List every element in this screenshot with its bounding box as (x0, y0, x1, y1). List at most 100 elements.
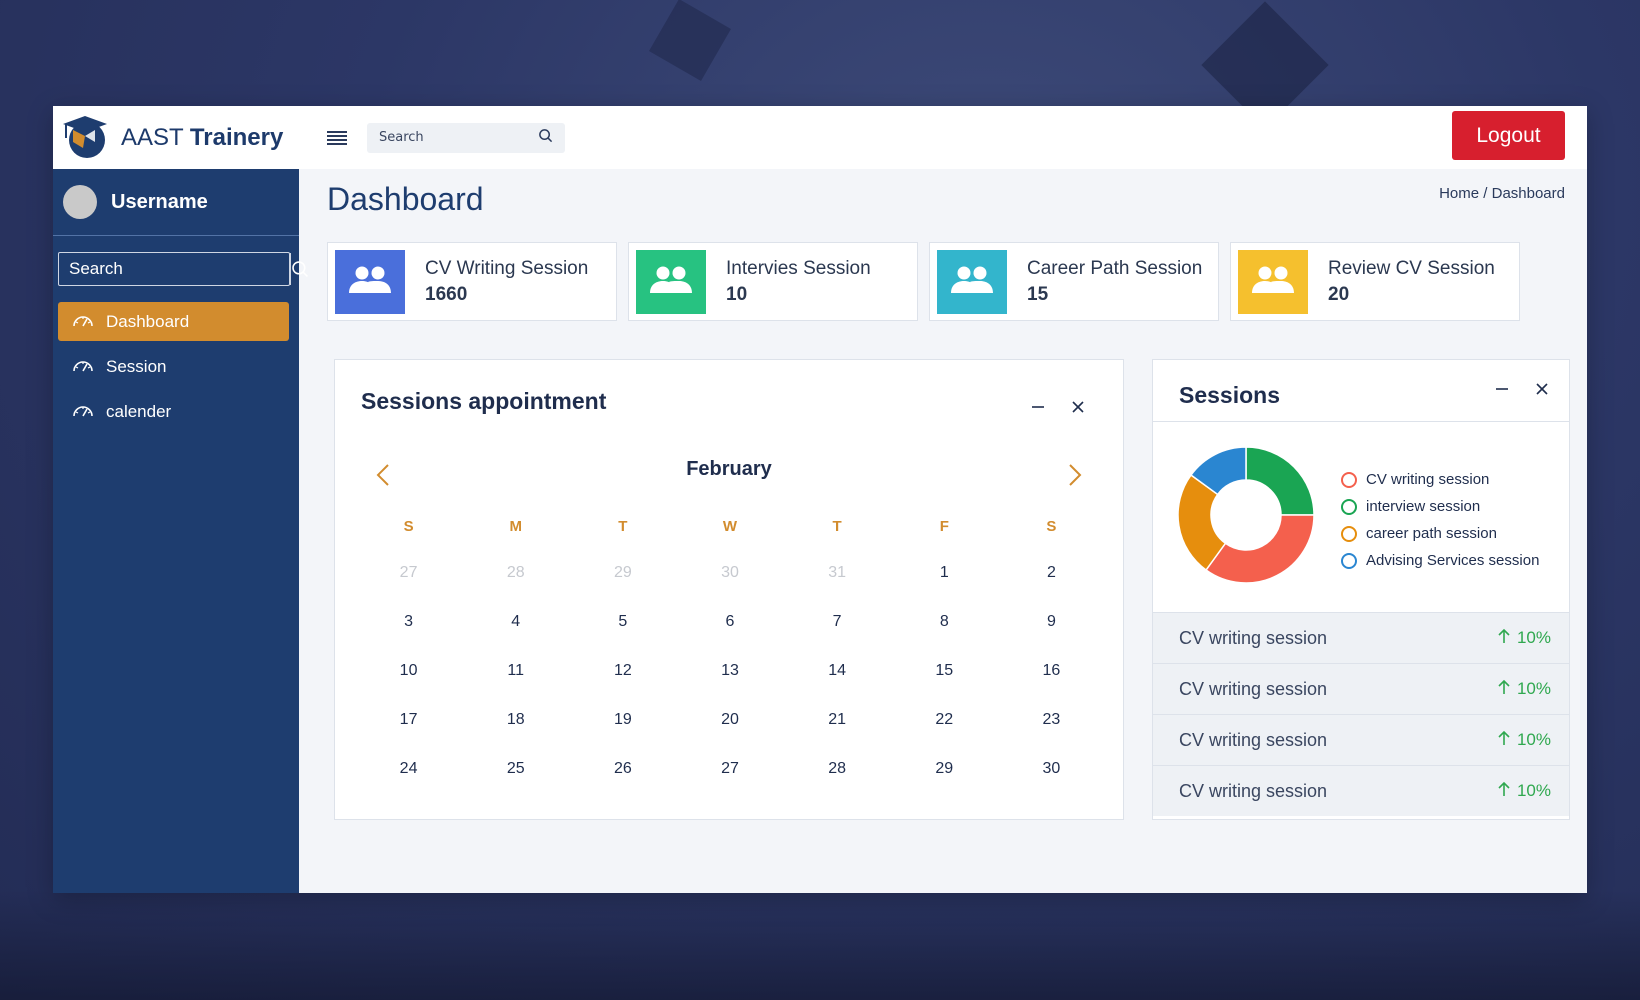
card-tools (1493, 380, 1551, 398)
calendar-day[interactable]: 24 (355, 758, 462, 807)
calendar-day[interactable]: 2 (998, 562, 1105, 611)
minimize-icon[interactable] (1029, 398, 1047, 416)
menu-toggle-icon[interactable] (327, 130, 347, 145)
calendar-day[interactable]: 20 (676, 709, 783, 758)
close-icon[interactable] (1533, 380, 1551, 398)
weekday-header: M (509, 518, 522, 535)
sessions-chart-area: CV writing session interview session car… (1153, 422, 1569, 612)
legend-item: Advising Services session (1341, 547, 1539, 574)
minimize-icon[interactable] (1493, 380, 1511, 398)
donut-slice-cv-writing[interactable] (1204, 514, 1315, 584)
calendar-day[interactable]: 29 (569, 562, 676, 611)
calendar-day[interactable]: 13 (676, 660, 783, 709)
list-item[interactable]: CV writing session 10% (1153, 765, 1569, 816)
user-panel[interactable]: Username (53, 169, 299, 236)
topbar: AAST Trainery Logout (53, 106, 1587, 169)
avatar (63, 185, 97, 219)
sidebar-item-dashboard[interactable]: Dashboard (58, 302, 289, 341)
sidebar-item-calender[interactable]: calender (58, 392, 289, 431)
calendar-day[interactable]: 16 (998, 660, 1105, 709)
weekday-header: W (722, 518, 738, 535)
sessions-title: Sessions (1179, 382, 1280, 408)
calendar-day[interactable]: 6 (676, 611, 783, 660)
arrow-up-icon (1497, 628, 1511, 649)
calendar-day[interactable]: 14 (784, 660, 891, 709)
sidebar-item-label: Session (106, 356, 167, 376)
calendar-day[interactable]: 18 (462, 709, 569, 758)
calendar-day[interactable]: 15 (891, 660, 998, 709)
chevron-right-icon[interactable] (1063, 460, 1087, 490)
calendar-day[interactable]: 28 (784, 758, 891, 807)
stat-value: 10 (726, 283, 748, 305)
session-change: 10% (1497, 730, 1551, 751)
calendar-day[interactable]: 23 (998, 709, 1105, 758)
calendar-day[interactable]: 26 (569, 758, 676, 807)
sidebar-search-input[interactable] (59, 253, 290, 285)
users-icon (348, 265, 392, 299)
speedometer-icon (72, 357, 94, 377)
calendar-day[interactable]: 30 (998, 758, 1105, 807)
calendar-day[interactable]: 27 (355, 562, 462, 611)
stat-card-interview[interactable]: Intervies Session 10 (628, 242, 918, 321)
sidebar-item-session[interactable]: Session (58, 347, 289, 386)
calendar-day[interactable]: 3 (355, 611, 462, 660)
arrow-up-icon (1497, 679, 1511, 700)
calendar-day[interactable]: 5 (569, 611, 676, 660)
app-window: AAST Trainery Logout Username (53, 106, 1587, 893)
stat-icon-box (636, 249, 706, 314)
legend-label: career path session (1366, 525, 1497, 542)
users-icon (1251, 265, 1295, 299)
calendar-day[interactable]: 29 (891, 758, 998, 807)
calendar-day[interactable]: 31 (784, 562, 891, 611)
session-name: CV writing session (1179, 678, 1328, 699)
legend-dot (1341, 525, 1357, 542)
top-search-input[interactable] (379, 130, 519, 145)
calendar-day[interactable]: 17 (355, 709, 462, 758)
stat-label: Career Path Session (1027, 257, 1203, 279)
legend-label: CV writing session (1366, 471, 1490, 488)
calendar-day[interactable]: 21 (784, 709, 891, 758)
stat-card-cv-writing[interactable]: CV Writing Session 1660 (327, 242, 617, 321)
search-icon[interactable] (538, 128, 553, 147)
logout-button[interactable]: Logout (1452, 111, 1565, 160)
calendar-day[interactable]: 1 (891, 562, 998, 611)
weekday-header: T (618, 518, 628, 535)
calendar-day[interactable]: 8 (891, 611, 998, 660)
list-item[interactable]: CV writing session 10% (1153, 663, 1569, 714)
brand[interactable]: AAST Trainery (53, 106, 299, 169)
chevron-left-icon[interactable] (371, 460, 395, 490)
breadcrumb[interactable]: Home / Dashboard (1439, 185, 1565, 202)
calendar-day[interactable]: 11 (462, 660, 569, 709)
calendar-day[interactable]: 7 (784, 611, 891, 660)
calendar-day[interactable]: 27 (676, 758, 783, 807)
sessions-list: CV writing session 10% CV writing session… (1153, 612, 1569, 816)
brand-name: Trainery (189, 123, 284, 151)
calendar-day[interactable]: 19 (569, 709, 676, 758)
calendar-day[interactable]: 30 (676, 562, 783, 611)
list-item[interactable]: CV writing session 10% (1153, 714, 1569, 765)
calendar-day[interactable]: 9 (998, 611, 1105, 660)
sidebar-item-label: calender (106, 401, 172, 421)
weekday-header: S (403, 518, 414, 535)
calendar-day[interactable]: 25 (462, 758, 569, 807)
calendar-day[interactable]: 10 (355, 660, 462, 709)
calendar-day[interactable]: 22 (891, 709, 998, 758)
stat-card-career-path[interactable]: Career Path Session 15 (929, 242, 1219, 321)
legend-dot (1341, 498, 1357, 515)
calendar-month-nav (371, 460, 1087, 490)
legend-dot (1341, 552, 1357, 569)
session-name: CV writing session (1179, 729, 1328, 750)
sessions-card: Sessions CV writing session interview se… (1152, 359, 1570, 820)
background-crowd (0, 890, 1640, 1000)
calendar-day[interactable]: 4 (462, 611, 569, 660)
stat-value: 20 (1328, 283, 1350, 305)
stat-text: Review CV Session 20 (1328, 258, 1495, 306)
session-change: 10% (1497, 781, 1551, 802)
sidebar: Username Dashboard Session calender (53, 169, 308, 893)
donut-slice-interview[interactable] (1245, 446, 1315, 516)
calendar-day[interactable]: 28 (462, 562, 569, 611)
stat-card-review-cv[interactable]: Review CV Session 20 (1230, 242, 1520, 321)
close-icon[interactable] (1069, 398, 1087, 416)
list-item[interactable]: CV writing session 10% (1153, 612, 1569, 663)
calendar-day[interactable]: 12 (569, 660, 676, 709)
